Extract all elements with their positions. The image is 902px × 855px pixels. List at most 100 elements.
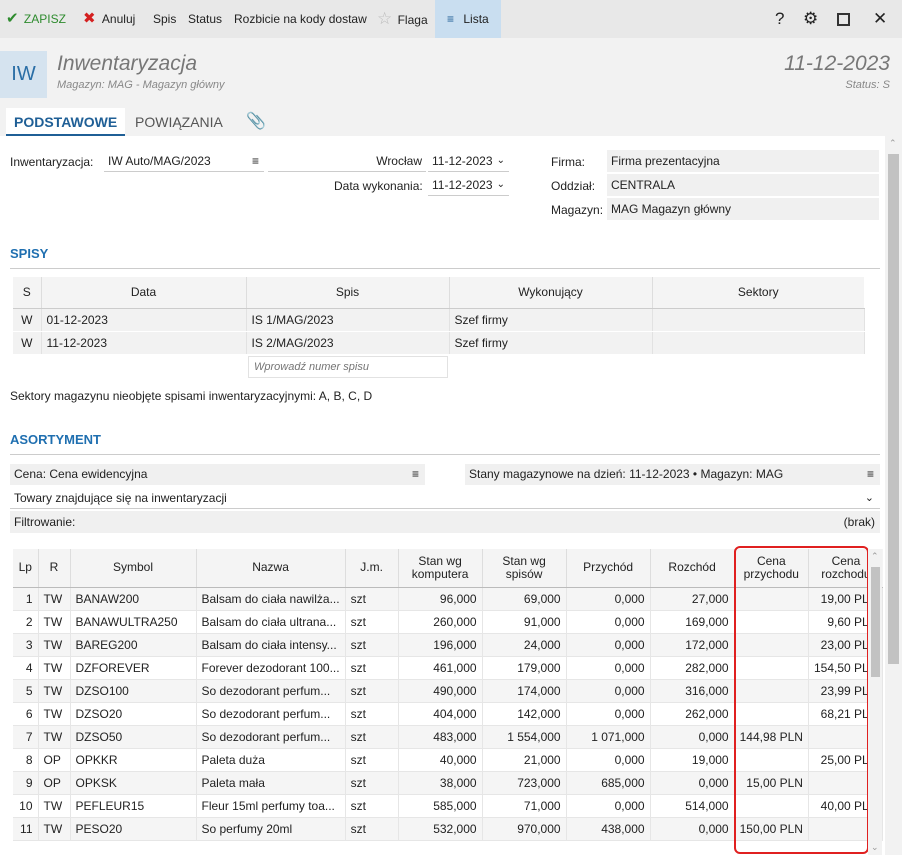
- table-cell: 1: [13, 587, 39, 611]
- table-cell: 71,000: [482, 794, 567, 818]
- column-header[interactable]: Spis: [246, 277, 450, 309]
- chevron-down-icon[interactable]: ⌄: [497, 174, 505, 195]
- maximize-icon[interactable]: [837, 0, 850, 38]
- table-cell: 0,000: [650, 771, 735, 795]
- table-cell: Fleur 15ml perfumy toa...: [196, 794, 346, 818]
- table-cell: Forever dezodorant 100...: [196, 656, 346, 680]
- table-cell: OPKSK: [70, 771, 197, 795]
- column-header[interactable]: Lp: [13, 549, 39, 588]
- table-cell: TW: [38, 656, 71, 680]
- list-button[interactable]: ≡ Lista: [435, 0, 501, 38]
- table-cell: szt: [345, 794, 399, 818]
- help-icon[interactable]: ?: [775, 0, 784, 38]
- table-cell: szt: [345, 679, 399, 703]
- table-row[interactable]: W 01-12-2023 IS 1/MAG/2023 Szef firmy: [13, 308, 865, 332]
- magazyn-label: Magazyn:: [551, 203, 604, 217]
- column-header[interactable]: Nazwa: [196, 549, 346, 588]
- stany-selector[interactable]: Stany magazynowe na dzień: 11-12-2023 • …: [465, 464, 880, 485]
- rozbicie-button[interactable]: Rozbicie na kody dostaw: [234, 0, 367, 38]
- window-close-icon[interactable]: ✕: [873, 0, 887, 38]
- table-cell: 490,000: [398, 679, 483, 703]
- divider: [10, 268, 880, 269]
- table-cell: 461,000: [398, 656, 483, 680]
- magazyn-field: MAG Magazyn główny: [607, 198, 879, 220]
- scroll-up-icon[interactable]: ⌃: [889, 138, 897, 149]
- city-field[interactable]: Wrocław: [268, 150, 426, 172]
- table-cell: TW: [38, 587, 71, 611]
- table-cell: DZSO100: [70, 679, 197, 703]
- table-cell: szt: [345, 725, 399, 749]
- table-cell: 970,000: [482, 817, 567, 841]
- chevron-down-icon[interactable]: ⌄: [497, 150, 505, 171]
- price-columns-highlight: [734, 546, 869, 854]
- cena-selector[interactable]: Cena: Cena ewidencyjna ≡: [10, 464, 425, 485]
- chevron-down-icon[interactable]: ⌄: [865, 487, 874, 508]
- table-cell: 282,000: [650, 656, 735, 680]
- tab-powiazania[interactable]: POWIĄZANIA: [135, 108, 223, 136]
- column-header[interactable]: Przychód: [566, 549, 651, 588]
- menu-icon[interactable]: ≡: [867, 464, 874, 485]
- scroll-up-icon[interactable]: ⌃: [871, 551, 879, 562]
- column-header[interactable]: Symbol: [70, 549, 197, 588]
- column-header[interactable]: R: [38, 549, 71, 588]
- table-cell: 7: [13, 725, 39, 749]
- column-header[interactable]: Stan wg komputera: [398, 549, 483, 588]
- table-cell: 8: [13, 748, 39, 772]
- filter-bar[interactable]: Filtrowanie: (brak): [10, 511, 880, 533]
- table-cell: 10: [13, 794, 39, 818]
- page-scroll-thumb[interactable]: [888, 154, 899, 664]
- table-cell: Paleta mała: [196, 771, 346, 795]
- column-header[interactable]: Data: [41, 277, 247, 309]
- star-icon: ☆: [377, 9, 393, 28]
- column-header[interactable]: S: [13, 277, 42, 309]
- table-cell: 174,000: [482, 679, 567, 703]
- column-header[interactable]: J.m.: [345, 549, 399, 588]
- flag-button[interactable]: ☆ Flaga: [377, 0, 428, 38]
- table-cell: 404,000: [398, 702, 483, 726]
- table-cell: 260,000: [398, 610, 483, 634]
- table-row[interactable]: W 11-12-2023 IS 2/MAG/2023 Szef firmy: [13, 331, 865, 355]
- cancel-button[interactable]: ✖ Anuluj: [83, 0, 135, 38]
- table-cell: 91,000: [482, 610, 567, 634]
- table-cell: szt: [345, 610, 399, 634]
- spis-button[interactable]: Spis: [153, 0, 176, 38]
- table-scrollbar[interactable]: ⌃ ⌄: [868, 549, 882, 855]
- table-cell: DZFOREVER: [70, 656, 197, 680]
- table-cell: 172,000: [650, 633, 735, 657]
- table-cell: BANAW200: [70, 587, 197, 611]
- menu-icon[interactable]: ≡: [412, 464, 419, 485]
- table-cell: szt: [345, 702, 399, 726]
- table-cell: Balsam do ciała nawilża...: [196, 587, 346, 611]
- gear-icon[interactable]: ⚙: [803, 0, 818, 38]
- inw-number-field[interactable]: IW Auto/MAG/2023 ≡: [104, 150, 264, 172]
- table-cell: BANAWULTRA250: [70, 610, 197, 634]
- table-cell: 27,000: [650, 587, 735, 611]
- column-header[interactable]: Rozchód: [650, 549, 735, 588]
- table-cell: 38,000: [398, 771, 483, 795]
- close-icon: ✖: [83, 10, 96, 27]
- column-header[interactable]: Stan wg spisów: [482, 549, 567, 588]
- page-scrollbar[interactable]: ⌃: [885, 136, 902, 855]
- doc-date-field[interactable]: 11-12-2023 ⌄: [428, 150, 509, 172]
- main-content: Inwentaryzacja: IW Auto/MAG/2023 ≡ Wrocł…: [0, 136, 885, 855]
- column-header[interactable]: Wykonujący: [449, 277, 653, 309]
- divider: [10, 454, 880, 455]
- column-header[interactable]: Sektory: [652, 277, 864, 309]
- table-cell: Paleta duża: [196, 748, 346, 772]
- exec-date-field[interactable]: 11-12-2023 ⌄: [428, 174, 509, 196]
- save-button[interactable]: ✔ ZAPISZ: [6, 0, 66, 38]
- towary-select[interactable]: Towary znajdujące się na inwentaryzacji …: [10, 487, 880, 509]
- table-cell: 5: [13, 679, 39, 703]
- paperclip-icon[interactable]: 📎: [246, 108, 266, 136]
- menu-icon[interactable]: ≡: [252, 150, 259, 171]
- table-cell: 179,000: [482, 656, 567, 680]
- status-button[interactable]: Status: [188, 0, 222, 38]
- table-scroll-thumb[interactable]: [871, 567, 880, 677]
- table-cell: TW: [38, 633, 71, 657]
- table-cell: TW: [38, 794, 71, 818]
- scroll-down-icon[interactable]: ⌄: [871, 842, 879, 853]
- table-cell: So dezodorant perfum...: [196, 702, 346, 726]
- table-cell: 262,000: [650, 702, 735, 726]
- new-spis-input[interactable]: [248, 356, 448, 378]
- tab-podstawowe[interactable]: PODSTAWOWE: [6, 108, 126, 136]
